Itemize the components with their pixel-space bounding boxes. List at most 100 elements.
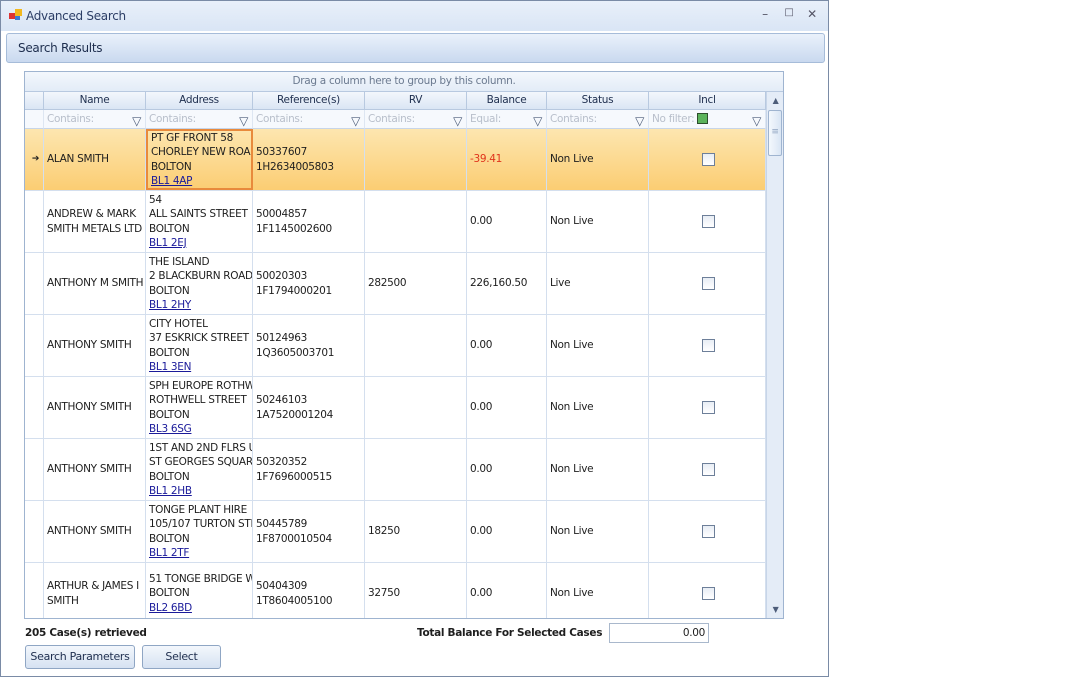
scroll-up-icon[interactable]: ▲ bbox=[767, 92, 783, 109]
total-balance-field[interactable]: 0.00 bbox=[609, 623, 709, 643]
row-indicator bbox=[25, 253, 44, 314]
reference: 50004857 bbox=[256, 208, 308, 220]
status-value: Non Live bbox=[550, 215, 594, 228]
incl-checkbox[interactable] bbox=[702, 215, 715, 228]
status-cell: Non Live bbox=[547, 377, 649, 438]
address-cell: 1ST AND 2ND FLRS U ST GEORGES SQUARE BOLTO… bbox=[146, 439, 253, 500]
table-row[interactable]: ANTHONY SMITH 1ST AND 2ND FLRS U ST GEORGE… bbox=[25, 439, 766, 501]
filter-icon[interactable]: ▽ bbox=[533, 112, 542, 130]
incl-cell bbox=[649, 563, 766, 618]
address-line: BOLTON bbox=[149, 587, 190, 600]
filter-row: Contains: ▽ Contains: ▽ Contains: ▽ Contains: ▽… bbox=[25, 110, 766, 129]
filter-icon[interactable]: ▽ bbox=[239, 112, 248, 130]
column-header-balance[interactable]: Balance bbox=[467, 92, 547, 110]
scroll-thumb[interactable]: ≡ bbox=[768, 110, 782, 156]
close-button[interactable]: ✕ bbox=[804, 7, 820, 21]
filter-icon[interactable]: ▽ bbox=[635, 112, 644, 130]
column-header-references[interactable]: Reference(s) bbox=[253, 92, 365, 110]
name-cell: ANDREW & MARK SMITH METALS LTD bbox=[44, 191, 146, 252]
filter-cell-balance[interactable]: Equal: ▽ bbox=[467, 110, 547, 129]
column-header-address[interactable]: Address bbox=[146, 92, 253, 110]
postcode-link[interactable]: BL2 6BD bbox=[149, 601, 252, 616]
incl-checkbox[interactable] bbox=[702, 153, 715, 166]
postcode-link[interactable]: BL1 2HY bbox=[149, 298, 252, 313]
incl-cell bbox=[649, 315, 766, 376]
table-row[interactable]: ANTHONY SMITH SPH EUROPE ROTHW ROTHWELL ST… bbox=[25, 377, 766, 439]
name-cell: ALAN SMITH bbox=[44, 129, 146, 190]
address-line: CITY HOTEL bbox=[149, 317, 208, 330]
incl-checkbox[interactable] bbox=[702, 401, 715, 414]
rv-value: 32750 bbox=[368, 587, 400, 600]
row-indicator: ➔ bbox=[25, 129, 44, 190]
name-cell: ANTHONY SMITH bbox=[44, 501, 146, 562]
vertical-scrollbar[interactable]: ▲ ≡ ▼ bbox=[766, 92, 783, 618]
filter-cell-address[interactable]: Contains: ▽ bbox=[146, 110, 253, 129]
app-icon bbox=[9, 9, 22, 20]
address-cell: 51 TONGE BRIDGE W. BOLTON BL2 6BD bbox=[146, 563, 253, 618]
address-line: BOLTON bbox=[149, 346, 190, 359]
column-header-name[interactable]: Name bbox=[44, 92, 146, 110]
rv-cell: 18250 bbox=[365, 501, 467, 562]
address-line: PT GF FRONT 58 bbox=[151, 131, 233, 144]
incl-cell bbox=[649, 129, 766, 190]
reference: 1H2634005803 bbox=[256, 160, 334, 173]
filter-icon[interactable]: ▽ bbox=[752, 112, 761, 130]
table-row[interactable]: ANTHONY SMITH TONGE PLANT HIRE 105/107 TUR… bbox=[25, 501, 766, 563]
incl-cell bbox=[649, 439, 766, 500]
postcode-link[interactable]: BL1 4AP bbox=[151, 174, 251, 188]
window-title: Advanced Search bbox=[26, 9, 126, 23]
filter-icon[interactable]: ▽ bbox=[453, 112, 462, 130]
address-cell: SPH EUROPE ROTHW ROTHWELL STREET BOLTON BL3… bbox=[146, 377, 253, 438]
select-button[interactable]: Select bbox=[142, 645, 221, 669]
postcode-link[interactable]: BL1 3EN bbox=[149, 360, 252, 375]
filter-cell-name[interactable]: Contains: ▽ bbox=[44, 110, 146, 129]
filter-cell-incl[interactable]: No filter: ▽ bbox=[649, 110, 766, 129]
maximize-button[interactable]: □ bbox=[781, 7, 797, 18]
postcode-link[interactable]: BL1 2EJ bbox=[149, 236, 252, 251]
address-cell: 54 ALL SAINTS STREET BOLTON BL1 2EJ bbox=[146, 191, 253, 252]
name-text: ANTHONY SMITH bbox=[47, 525, 132, 538]
incl-checkbox[interactable] bbox=[702, 463, 715, 476]
references-cell: 50404309 1T8604005100 bbox=[253, 563, 365, 618]
references-cell: 50004857 1F1145002600 bbox=[253, 191, 365, 252]
panel-title: Search Results bbox=[18, 41, 103, 55]
filter-icon[interactable]: ▽ bbox=[132, 112, 141, 130]
postcode-link[interactable]: BL1 2HB bbox=[149, 484, 252, 499]
minimize-button[interactable]: – bbox=[757, 7, 773, 21]
status-cell: Non Live bbox=[547, 191, 649, 252]
address-line: THE ISLAND bbox=[149, 255, 210, 268]
header-indicator bbox=[25, 92, 44, 110]
incl-checkbox[interactable] bbox=[702, 525, 715, 538]
table-row[interactable]: ANTHONY M SMITH THE ISLAND 2 BLACKBURN ROA… bbox=[25, 253, 766, 315]
group-by-panel[interactable]: Drag a column here to group by this colu… bbox=[25, 72, 783, 92]
name-cell: ANTHONY M SMITH bbox=[44, 253, 146, 314]
scroll-down-icon[interactable]: ▼ bbox=[767, 601, 783, 618]
balance-cell: 0.00 bbox=[467, 191, 547, 252]
filter-cell-status[interactable]: Contains: ▽ bbox=[547, 110, 649, 129]
references-cell: 50124963 1Q3605003701 bbox=[253, 315, 365, 376]
balance-cell: 0.00 bbox=[467, 377, 547, 438]
status-value: Non Live bbox=[550, 153, 594, 166]
address-cell: CITY HOTEL 37 ESKRICK STREET BOLTON BL1 3EN bbox=[146, 315, 253, 376]
column-header-status[interactable]: Status bbox=[547, 92, 649, 110]
incl-checkbox[interactable] bbox=[702, 277, 715, 290]
postcode-link[interactable]: BL3 6SG bbox=[149, 422, 252, 437]
table-row[interactable]: ➔ ALAN SMITH PT GF FRONT 58 CHORLEY NEW ROA… bbox=[25, 129, 766, 191]
table-row[interactable]: ANTHONY SMITH CITY HOTEL 37 ESKRICK STREET… bbox=[25, 315, 766, 377]
search-parameters-button[interactable]: Search Parameters bbox=[25, 645, 135, 669]
postcode-link[interactable]: BL1 2TF bbox=[149, 546, 252, 561]
incl-checkbox[interactable] bbox=[702, 339, 715, 352]
table-row[interactable]: ARTHUR & JAMES I SMITH 51 TONGE BRIDGE W.… bbox=[25, 563, 766, 618]
address-line: TONGE PLANT HIRE bbox=[149, 503, 247, 516]
balance-value: -39.41 bbox=[470, 153, 503, 166]
column-header-incl[interactable]: Incl bbox=[649, 92, 766, 110]
filter-cell-references[interactable]: Contains: ▽ bbox=[253, 110, 365, 129]
name-cell: ANTHONY SMITH bbox=[44, 439, 146, 500]
incl-checkbox[interactable] bbox=[702, 587, 715, 600]
name-text: ANTHONY M SMITH bbox=[47, 277, 144, 290]
column-header-rv[interactable]: RV bbox=[365, 92, 467, 110]
filter-checkbox[interactable] bbox=[697, 113, 709, 124]
table-row[interactable]: ANDREW & MARK SMITH METALS LTD 54 ALL SAIN… bbox=[25, 191, 766, 253]
filter-icon[interactable]: ▽ bbox=[351, 112, 360, 130]
filter-cell-rv[interactable]: Contains: ▽ bbox=[365, 110, 467, 129]
